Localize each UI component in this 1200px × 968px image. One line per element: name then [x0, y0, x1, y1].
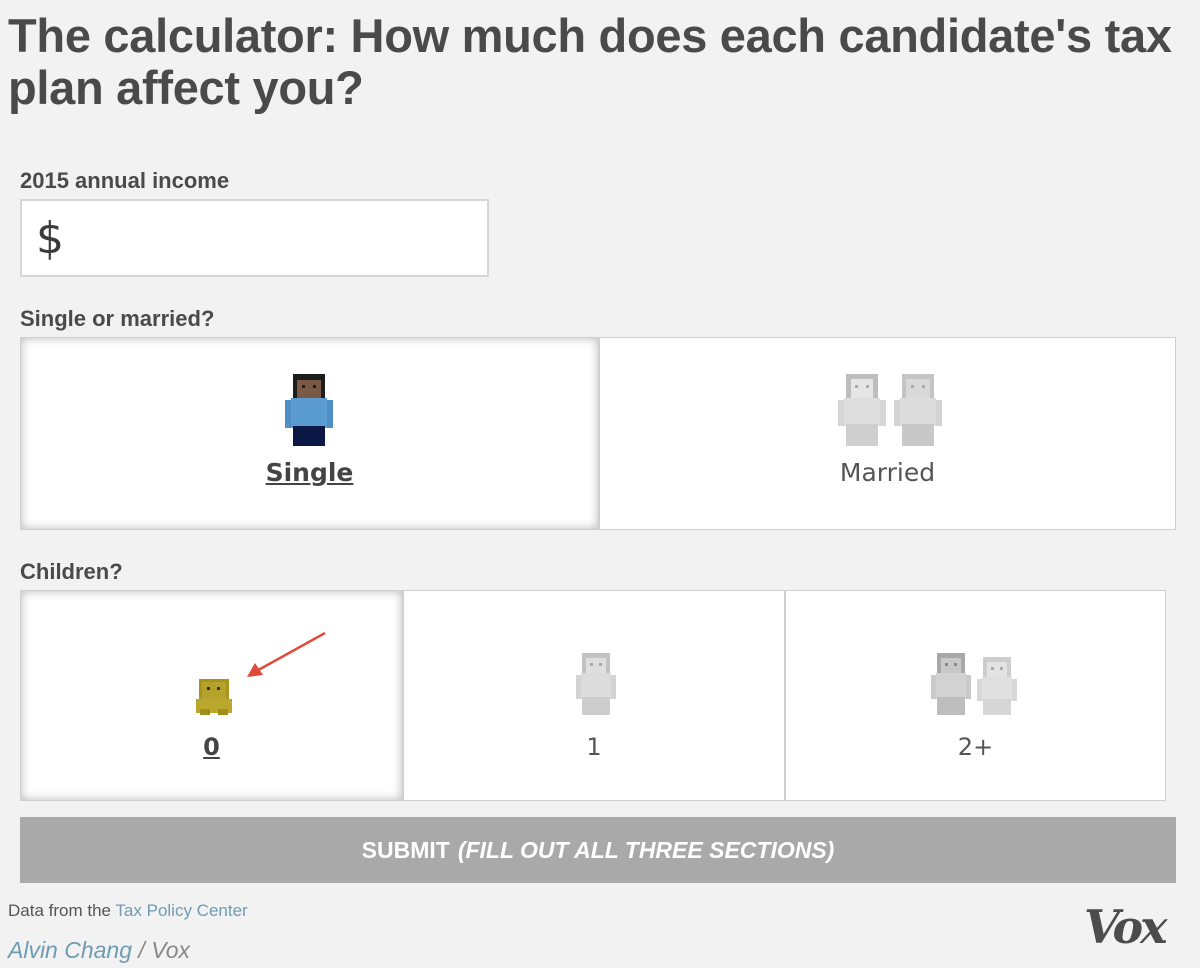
- children-label: Children?: [20, 559, 123, 584]
- option-children-2plus[interactable]: 2+: [785, 590, 1166, 801]
- page-title: The calculator: How much does each candi…: [8, 9, 1172, 114]
- no-child-icon: [196, 679, 232, 715]
- source-prefix: Data from the: [8, 901, 111, 920]
- option-single-label: Single: [265, 458, 354, 487]
- income-input[interactable]: [64, 201, 569, 275]
- dollar-sign: $: [36, 212, 64, 264]
- byline-separator: /: [138, 937, 145, 963]
- married-couple-icon: [838, 374, 942, 446]
- submit-button[interactable]: SUBMIT (FILL OUT ALL THREE SECTIONS): [20, 817, 1176, 883]
- publication-name: Vox: [151, 937, 190, 963]
- single-person-icon: [285, 374, 333, 446]
- tax-policy-center-link[interactable]: Tax Policy Center: [115, 901, 247, 920]
- marital-label: Single or married?: [20, 306, 215, 331]
- vox-logo: Vox: [1084, 900, 1168, 954]
- option-children-1[interactable]: 1: [403, 590, 785, 801]
- two-children-icon: [931, 653, 1017, 715]
- option-children-2plus-label: 2+: [957, 733, 994, 761]
- annotation-arrow-icon: [247, 631, 326, 677]
- option-single[interactable]: Single: [20, 337, 599, 530]
- children-options: 0 1 2+: [20, 590, 1166, 801]
- author-name[interactable]: Alvin Chang: [8, 937, 132, 963]
- income-label: 2015 annual income: [20, 168, 230, 193]
- option-children-0[interactable]: 0: [20, 590, 403, 801]
- option-children-0-label: 0: [203, 733, 220, 761]
- option-married-label: Married: [839, 458, 936, 487]
- submit-hint: (FILL OUT ALL THREE SECTIONS): [457, 836, 835, 863]
- option-children-1-label: 1: [586, 733, 602, 761]
- byline: Alvin Chang / Vox: [8, 937, 190, 964]
- marital-options: Single Married: [20, 337, 1176, 530]
- income-field[interactable]: $: [20, 199, 569, 277]
- option-married[interactable]: Married: [599, 337, 1176, 530]
- submit-label: SUBMIT: [361, 836, 450, 863]
- data-source: Data from the Tax Policy Center: [8, 901, 248, 921]
- one-child-icon: [576, 653, 616, 715]
